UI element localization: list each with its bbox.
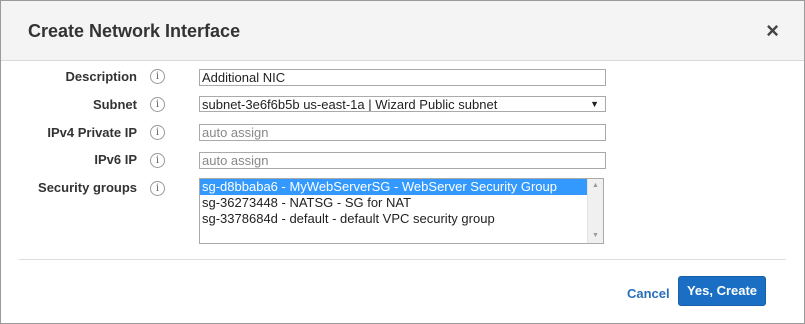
cancel-button[interactable]: Cancel xyxy=(627,286,670,301)
scroll-up-icon[interactable]: ▲ xyxy=(588,179,603,193)
scroll-down-icon[interactable]: ▼ xyxy=(588,229,603,243)
chevron-down-icon: ▼ xyxy=(590,99,599,109)
ipv6-placeholder: auto assign xyxy=(202,153,269,168)
subnet-select[interactable]: subnet-3e6f6b5b us-east-1a | Wizard Publ… xyxy=(199,96,606,112)
description-label: Description xyxy=(65,69,137,84)
close-icon[interactable]: × xyxy=(766,20,779,42)
security-group-option[interactable]: sg-3378684d - default - default VPC secu… xyxy=(200,211,587,227)
security-groups-listbox[interactable]: sg-d8bbaba6 - MyWebServerSG - WebServer … xyxy=(199,178,604,244)
info-icon[interactable]: i xyxy=(150,181,165,196)
ipv4-label: IPv4 Private IP xyxy=(47,125,137,140)
subnet-label: Subnet xyxy=(92,97,137,112)
ipv6-label: IPv6 IP xyxy=(94,152,137,167)
security-groups-label: Security groups xyxy=(38,180,137,195)
dialog-header: Create Network Interface × xyxy=(1,1,804,61)
footer-divider xyxy=(19,259,786,260)
ipv4-private-ip-input[interactable]: auto assign xyxy=(199,124,606,141)
create-network-interface-dialog: Create Network Interface × Description i… xyxy=(0,0,805,324)
info-icon[interactable]: i xyxy=(150,97,165,112)
dialog-title: Create Network Interface xyxy=(28,21,241,41)
listbox-scrollbar[interactable]: ▲ ▼ xyxy=(587,179,603,243)
info-icon[interactable]: i xyxy=(150,69,165,84)
security-group-option[interactable]: sg-36273448 - NATSG - SG for NAT xyxy=(200,195,587,211)
info-icon[interactable]: i xyxy=(150,125,165,140)
info-icon[interactable]: i xyxy=(150,153,165,168)
security-group-option[interactable]: sg-d8bbaba6 - MyWebServerSG - WebServer … xyxy=(200,179,587,195)
ipv6-ip-input[interactable]: auto assign xyxy=(199,152,606,169)
description-field[interactable]: Additional NIC xyxy=(199,69,606,86)
yes-create-button[interactable]: Yes, Create xyxy=(678,276,766,306)
subnet-selected-value: subnet-3e6f6b5b us-east-1a | Wizard Publ… xyxy=(202,97,498,112)
ipv4-placeholder: auto assign xyxy=(202,125,269,140)
